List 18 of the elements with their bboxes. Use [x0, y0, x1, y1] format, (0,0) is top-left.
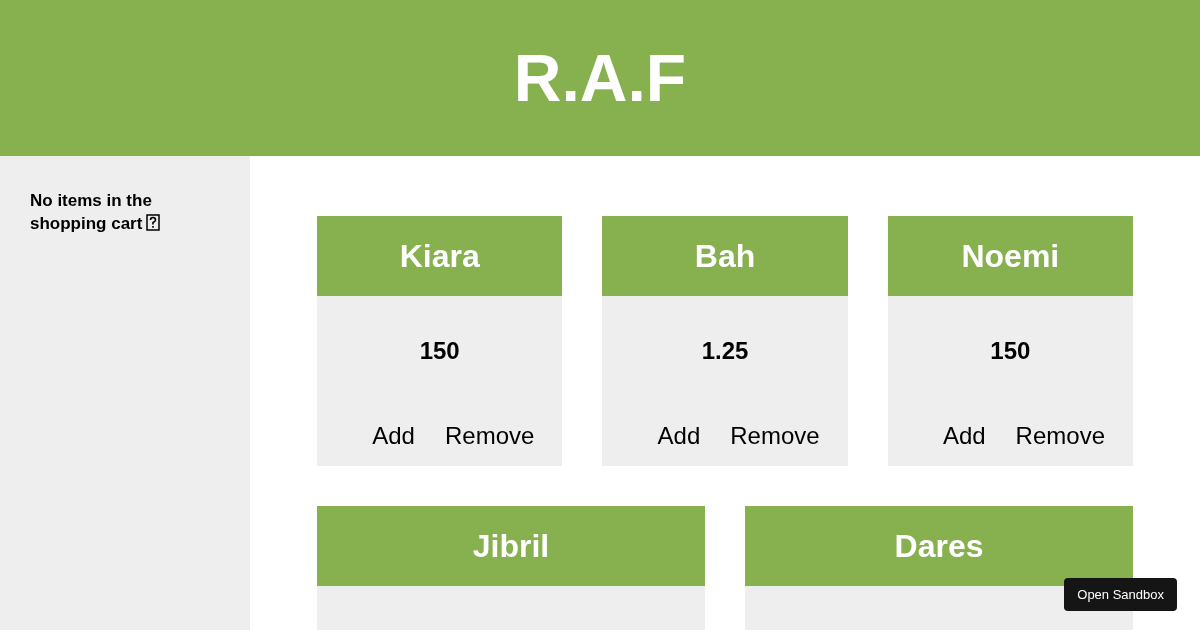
remove-button[interactable]: Remove	[1000, 422, 1120, 450]
site-title: R.A.F	[513, 40, 687, 116]
open-sandbox-button[interactable]: Open Sandbox	[1064, 578, 1177, 611]
cart-message: No items in the shopping cart	[30, 189, 190, 235]
product-name: Bah	[694, 237, 756, 276]
product-name: Dares	[894, 527, 984, 566]
remove-button[interactable]: Remove	[429, 422, 550, 450]
product-name: Jibril	[472, 527, 550, 566]
add-button[interactable]: Add	[642, 422, 716, 450]
product-price: 150	[990, 336, 1031, 366]
product-name: Noemi	[961, 237, 1060, 276]
add-button[interactable]: Add	[927, 422, 1001, 450]
missing-glyph-icon	[146, 214, 161, 231]
remove-button[interactable]: Remove	[715, 422, 835, 450]
add-button[interactable]: Add	[357, 422, 430, 450]
product-price: 1.25	[701, 336, 749, 366]
product-name: Kiara	[399, 237, 480, 276]
product-price: 150	[419, 336, 460, 366]
